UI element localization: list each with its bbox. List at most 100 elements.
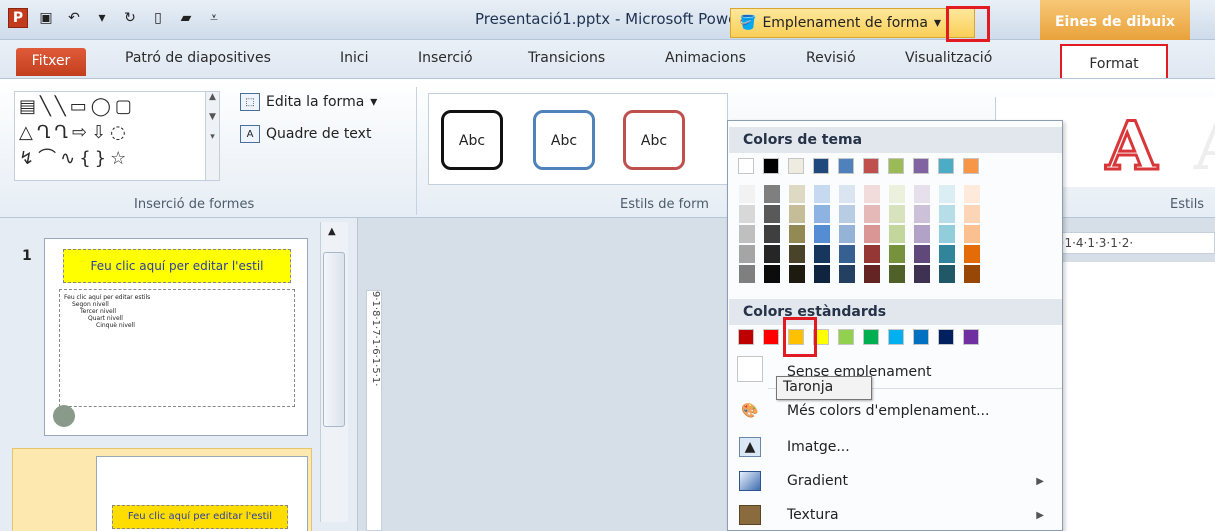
undo-dropdown-icon[interactable]: ▾	[92, 8, 112, 28]
theme-shade-swatch[interactable]	[789, 185, 805, 203]
theme-shade-swatch[interactable]	[864, 265, 880, 283]
curve-shape-icon[interactable]: ∿	[60, 148, 75, 170]
theme-shade-swatch[interactable]	[864, 225, 880, 243]
slide-thumbnail-1[interactable]: Feu clic aquí per editar l'estil Feu cli…	[44, 238, 308, 436]
line-shape-icon[interactable]: ╲	[40, 96, 51, 118]
theme-shade-swatch[interactable]	[889, 205, 905, 223]
theme-shade-swatch[interactable]	[939, 245, 955, 263]
theme-color-swatch[interactable]	[738, 158, 754, 174]
text-box-shape-icon[interactable]: ▤	[19, 96, 36, 118]
shape-styles-gallery[interactable]: Abc Abc Abc	[428, 93, 728, 185]
theme-shade-swatch[interactable]	[864, 185, 880, 203]
scribble-shape-icon[interactable]: ↯	[19, 148, 34, 170]
theme-shade-swatch[interactable]	[739, 265, 755, 283]
standard-color-swatch[interactable]	[888, 329, 904, 345]
shapes-gallery[interactable]: ▤ ╲ ╲ ▭ ◯ ▢ △ Ղ Ղ ⇨ ⇩ ◌ ↯ ⌒ ∿ { } ☆ ▲ ▼ ▾	[14, 91, 220, 181]
theme-shade-swatch[interactable]	[864, 245, 880, 263]
standard-color-swatch[interactable]	[963, 329, 979, 345]
theme-shade-swatch[interactable]	[764, 245, 780, 263]
theme-shade-swatch[interactable]	[739, 245, 755, 263]
rectangle-shape-icon[interactable]: ▭	[70, 96, 87, 118]
customize-qat-icon[interactable]: ⩡	[204, 8, 224, 28]
theme-shade-swatch[interactable]	[864, 205, 880, 223]
theme-shade-swatch[interactable]	[889, 185, 905, 203]
shape-fill-button[interactable]: 🪣 Emplenament de forma ▾	[730, 8, 975, 38]
elbow-connector-shape-icon[interactable]: Ղ	[37, 122, 51, 144]
standard-color-swatch[interactable]	[913, 329, 929, 345]
tab-view[interactable]: Visualització	[905, 50, 992, 66]
tab-insert[interactable]: Inserció	[418, 50, 473, 66]
theme-shade-swatch[interactable]	[814, 225, 830, 243]
theme-shade-swatch[interactable]	[814, 245, 830, 263]
theme-shade-swatch[interactable]	[889, 245, 905, 263]
theme-shade-swatch[interactable]	[914, 265, 930, 283]
right-arrow-shape-icon[interactable]: ⇨	[72, 122, 87, 144]
theme-shade-swatch[interactable]	[939, 265, 955, 283]
picture-fill-item[interactable]: ▲ Imatge...	[729, 431, 1062, 463]
theme-shade-swatch[interactable]	[764, 185, 780, 203]
theme-shade-swatch[interactable]	[789, 205, 805, 223]
elbow-arrow-shape-icon[interactable]: Ղ	[54, 122, 68, 144]
theme-shade-swatch[interactable]	[789, 245, 805, 263]
tab-animations[interactable]: Animacions	[665, 50, 746, 66]
theme-shade-swatch[interactable]	[764, 205, 780, 223]
star-shape-icon[interactable]: ☆	[110, 148, 126, 170]
theme-shade-swatch[interactable]	[739, 185, 755, 203]
slide-canvas[interactable]	[1046, 262, 1215, 531]
scrollbar-thumb[interactable]	[323, 252, 345, 427]
standard-color-swatch[interactable]	[763, 329, 779, 345]
arc-shape-icon[interactable]: ⌒	[38, 148, 56, 170]
tab-transitions[interactable]: Transicions	[528, 50, 605, 66]
scroll-up-icon[interactable]: ▲	[328, 226, 336, 237]
theme-shade-swatch[interactable]	[889, 265, 905, 283]
undo-icon[interactable]: ↶	[64, 8, 84, 28]
tab-home[interactable]: Inici	[340, 50, 368, 66]
save-icon[interactable]: ▣	[36, 8, 56, 28]
theme-shade-swatch[interactable]	[964, 265, 980, 283]
theme-shade-swatch[interactable]	[814, 265, 830, 283]
theme-color-swatch[interactable]	[963, 158, 979, 174]
tab-file[interactable]: Fitxer	[16, 48, 86, 76]
theme-shade-swatch[interactable]	[964, 245, 980, 263]
theme-color-swatch[interactable]	[788, 158, 804, 174]
theme-shade-swatch[interactable]	[839, 185, 855, 203]
wordart-style-2[interactable]: A	[1104, 106, 1158, 187]
theme-color-swatch[interactable]	[888, 158, 904, 174]
theme-shade-swatch[interactable]	[839, 225, 855, 243]
new-file-icon[interactable]: ▯	[148, 8, 168, 28]
theme-shade-swatch[interactable]	[964, 205, 980, 223]
theme-shade-swatch[interactable]	[814, 205, 830, 223]
standard-color-swatch[interactable]	[938, 329, 954, 345]
freeform-shape-icon[interactable]: ◌	[110, 122, 126, 144]
theme-color-swatch[interactable]	[763, 158, 779, 174]
theme-shade-swatch[interactable]	[839, 245, 855, 263]
standard-color-swatch[interactable]	[738, 329, 754, 345]
theme-shade-swatch[interactable]	[764, 265, 780, 283]
theme-shade-swatch[interactable]	[789, 225, 805, 243]
theme-shade-swatch[interactable]	[839, 205, 855, 223]
theme-shade-swatch[interactable]	[739, 225, 755, 243]
wordart-style-3[interactable]: A	[1194, 107, 1215, 185]
theme-color-swatch[interactable]	[813, 158, 829, 174]
text-box-button[interactable]: A Quadre de text	[240, 125, 371, 143]
theme-shade-swatch[interactable]	[939, 205, 955, 223]
redo-icon[interactable]: ↻	[120, 8, 140, 28]
theme-color-swatch[interactable]	[863, 158, 879, 174]
powerpoint-logo-icon[interactable]: P	[8, 8, 28, 28]
shape-style-blue[interactable]: Abc	[533, 110, 595, 170]
standard-color-swatch[interactable]	[838, 329, 854, 345]
theme-color-swatch[interactable]	[938, 158, 954, 174]
oval-shape-icon[interactable]: ◯	[91, 96, 111, 118]
theme-shade-swatch[interactable]	[964, 225, 980, 243]
theme-shade-swatch[interactable]	[914, 225, 930, 243]
no-fill-swatch[interactable]	[737, 356, 763, 382]
theme-shade-swatch[interactable]	[914, 245, 930, 263]
theme-color-swatch[interactable]	[913, 158, 929, 174]
theme-shade-swatch[interactable]	[789, 265, 805, 283]
theme-shade-swatch[interactable]	[914, 205, 930, 223]
theme-shade-swatch[interactable]	[889, 225, 905, 243]
open-folder-icon[interactable]: ▰	[176, 8, 196, 28]
shape-style-red[interactable]: Abc	[623, 110, 685, 170]
edit-shape-button[interactable]: ⬚ Edita la forma ▾	[240, 93, 377, 111]
gallery-scroll[interactable]: ▲ ▼ ▾	[205, 92, 219, 180]
